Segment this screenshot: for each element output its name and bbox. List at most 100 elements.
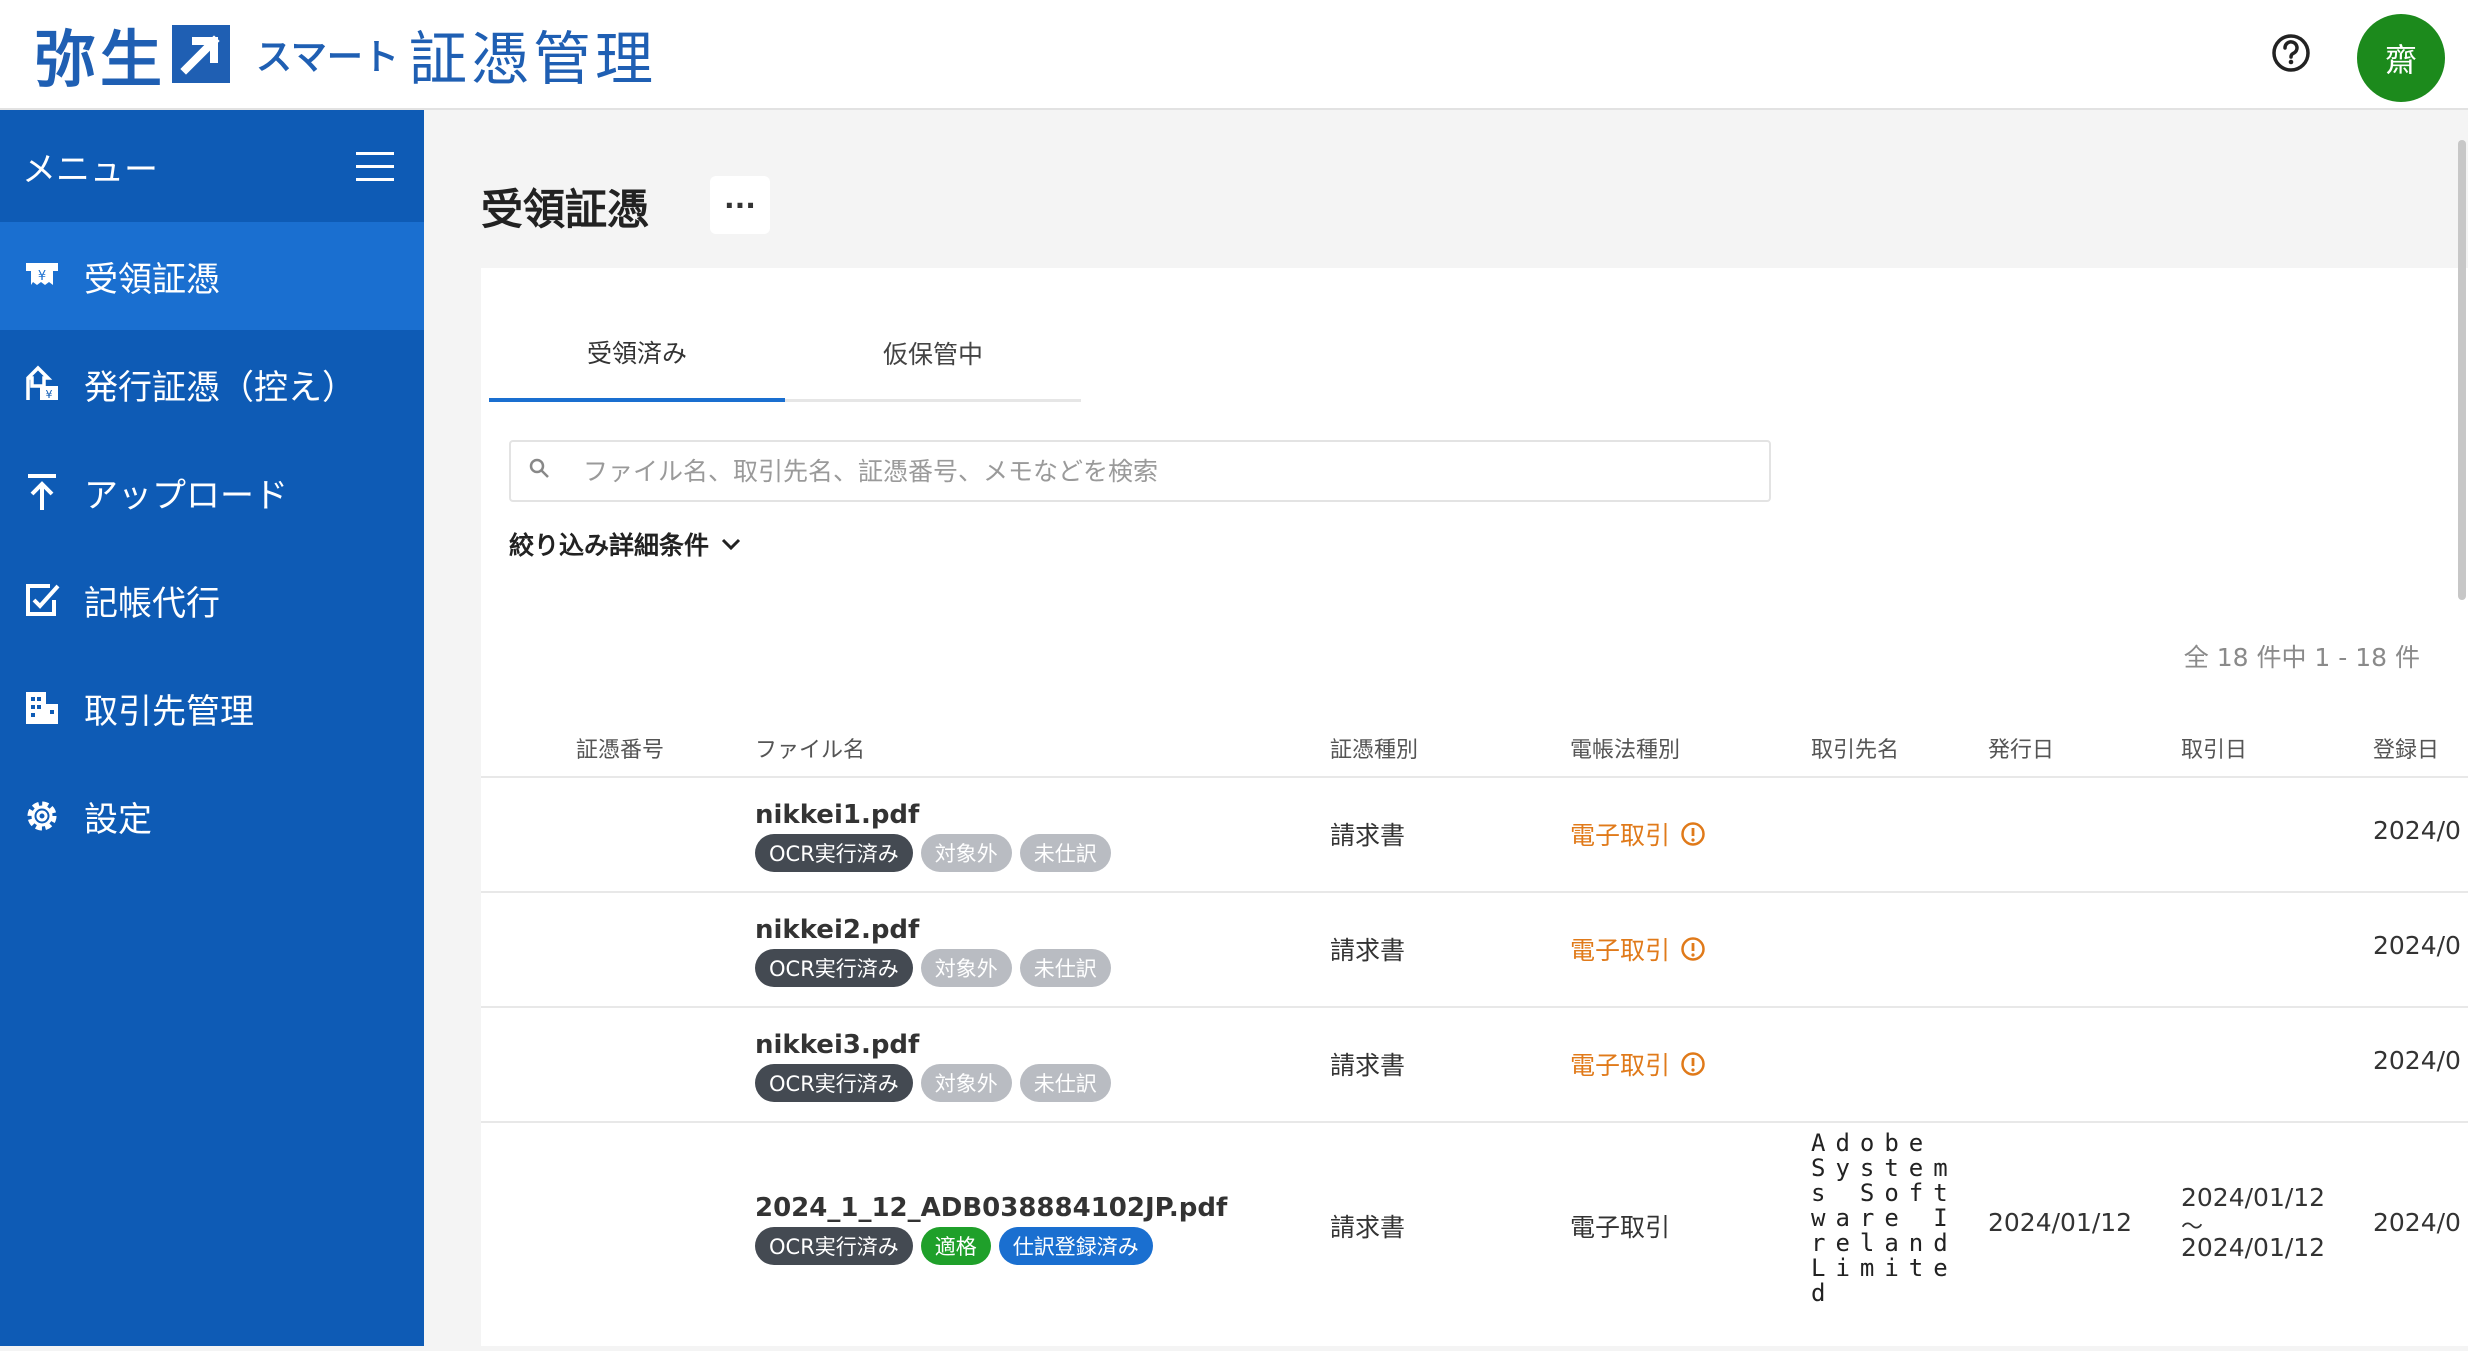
registered-date: 2024/0: [2373, 931, 2461, 960]
filter-label: 絞り込み詳細条件: [509, 531, 710, 560]
logo-arrow-icon: [172, 25, 231, 83]
sidebar: メニュー ¥ 受領証憑 ¥ 発行証憑（控え） アップロード 記帳代行 取引先管理: [0, 110, 424, 1346]
sidebar-menu-header: メニュー: [0, 110, 424, 222]
vendor-name: Adobe Systems Software Ireland Limited: [1811, 1129, 1958, 1307]
column-header-transaction[interactable]: 取引日: [2181, 732, 2247, 764]
edit-check-icon: [22, 580, 62, 620]
status-badges: OCR実行済み 適格 仕訳登録済み: [755, 1227, 1153, 1265]
issued-date: 2024/01/12: [1988, 1208, 2133, 1237]
tab-temporary[interactable]: 仮保管中: [785, 306, 1081, 402]
search-input[interactable]: [581, 455, 1769, 487]
qualified-status-badge: 対象外: [920, 1064, 1012, 1102]
ocr-status-badge: OCR実行済み: [755, 834, 913, 872]
sidebar-item-upload[interactable]: アップロード: [0, 438, 424, 546]
qualified-status-badge: 対象外: [920, 949, 1012, 987]
status-badges: OCR実行済み 対象外 未仕訳: [755, 834, 1111, 872]
chevron-down-icon: [719, 532, 743, 556]
transaction-date-to: 2024/01/12: [2181, 1233, 2326, 1262]
law-type-label: 電子取引: [1570, 1051, 1671, 1080]
help-icon[interactable]: [2266, 28, 2316, 78]
app-header: 弥生 スマート 証憑管理 齋: [0, 0, 2468, 110]
status-badges: OCR実行済み 対象外 未仕訳: [755, 1064, 1111, 1102]
svg-text:¥: ¥: [46, 388, 53, 401]
receipt-icon: ¥: [22, 256, 62, 296]
upload-arrow-icon: [22, 472, 62, 512]
ocr-status-badge: OCR実行済み: [755, 949, 913, 987]
registered-date: 2024/0: [2373, 1208, 2461, 1237]
registered-date: 2024/0: [2373, 816, 2461, 845]
sidebar-item-label: 発行証憑（控え）: [84, 367, 356, 408]
column-header-law-type[interactable]: 電帳法種別: [1570, 732, 1680, 764]
page-title: 受領証憑: [481, 185, 650, 234]
journal-status-badge: 仕訳登録済み: [998, 1227, 1153, 1265]
svg-text:¥: ¥: [38, 269, 46, 284]
qualified-status-badge: 適格: [920, 1227, 991, 1265]
file-name[interactable]: nikkei1.pdf: [755, 800, 919, 830]
upload-document-icon: ¥: [22, 364, 62, 404]
warning-icon: [1681, 937, 1705, 961]
sidebar-item-label: 取引先管理: [84, 691, 254, 732]
user-avatar[interactable]: 齋: [2357, 14, 2445, 102]
sidebar-item-label: アップロード: [84, 475, 288, 516]
table-row[interactable]: nikkei3.pdf OCR実行済み 対象外 未仕訳 請求書 電子取引 202…: [481, 1006, 2468, 1123]
search-icon: [527, 456, 557, 486]
hamburger-icon[interactable]: [356, 152, 394, 182]
document-type: 請求書: [1330, 1051, 1406, 1080]
ocr-status-badge: OCR実行済み: [755, 1064, 913, 1102]
logo-brand-text: 弥生: [34, 23, 167, 96]
registered-date: 2024/0: [2373, 1046, 2461, 1075]
result-count: 全 18 件中 1 - 18 件: [2183, 643, 2420, 672]
content-panel: 受領済み 仮保管中 絞り込み詳細条件 全 18 件中 1 - 18 件 証憑番号…: [481, 268, 2468, 1346]
advanced-filter-toggle[interactable]: 絞り込み詳細条件: [509, 526, 743, 562]
sidebar-item-partners[interactable]: 取引先管理: [0, 654, 424, 762]
column-header-file[interactable]: ファイル名: [755, 732, 865, 764]
gear-icon: [22, 796, 62, 836]
app-logo[interactable]: 弥生 スマート 証憑管理: [34, 14, 657, 96]
ocr-status-badge: OCR実行済み: [755, 1227, 913, 1265]
table-row[interactable]: nikkei1.pdf OCR実行済み 対象外 未仕訳 請求書 電子取引 202…: [481, 776, 2468, 893]
warning-icon: [1681, 1052, 1705, 1076]
table-row[interactable]: 2024_1_12_ADB038884102JP.pdf OCR実行済み 適格 …: [481, 1121, 2468, 1351]
logo-sub-text: スマート: [256, 37, 399, 78]
search-box[interactable]: [509, 440, 1771, 502]
document-type: 請求書: [1330, 821, 1406, 850]
law-type: 電子取引: [1570, 816, 1706, 852]
journal-status-badge: 未仕訳: [1019, 1064, 1111, 1102]
document-type: 請求書: [1330, 936, 1406, 965]
page-scrollbar[interactable]: [2458, 140, 2466, 600]
sidebar-item-issued[interactable]: ¥ 発行証憑（控え）: [0, 330, 424, 438]
warning-icon: [1681, 822, 1705, 846]
table-header: 証憑番号 ファイル名 証憑種別 電帳法種別 取引先名 発行日 取引日 登録日: [481, 718, 2468, 778]
law-type-label: 電子取引: [1570, 821, 1671, 850]
column-header-number[interactable]: 証憑番号: [576, 732, 664, 764]
sidebar-item-label: 記帳代行: [84, 583, 220, 624]
logo-product-text: 証憑管理: [408, 25, 657, 93]
table-row[interactable]: nikkei2.pdf OCR実行済み 対象外 未仕訳 請求書 電子取引 202…: [481, 891, 2468, 1008]
file-name[interactable]: 2024_1_12_ADB038884102JP.pdf: [755, 1193, 1227, 1223]
law-type: 電子取引: [1570, 931, 1706, 967]
sidebar-item-bookkeeping[interactable]: 記帳代行: [0, 546, 424, 654]
tab-bar: 受領済み 仮保管中: [489, 306, 1081, 402]
journal-status-badge: 未仕訳: [1019, 949, 1111, 987]
sidebar-item-label: 設定: [84, 799, 152, 840]
law-type-label: 電子取引: [1570, 1213, 1671, 1242]
file-name[interactable]: nikkei2.pdf: [755, 915, 919, 945]
building-icon: [22, 688, 62, 728]
column-header-issued[interactable]: 発行日: [1988, 732, 2054, 764]
column-header-type[interactable]: 証憑種別: [1330, 732, 1418, 764]
sidebar-item-received[interactable]: ¥ 受領証憑: [0, 222, 424, 330]
column-header-vendor[interactable]: 取引先名: [1811, 732, 1899, 764]
sidebar-item-label: 受領証憑: [84, 259, 220, 300]
more-options-button[interactable]: ···: [710, 176, 770, 234]
tab-received[interactable]: 受領済み: [489, 306, 785, 402]
document-type: 請求書: [1330, 1213, 1406, 1242]
transaction-date-from: 2024/01/12: [2181, 1183, 2326, 1212]
column-header-registered[interactable]: 登録日: [2373, 732, 2439, 764]
file-name[interactable]: nikkei3.pdf: [755, 1030, 919, 1060]
law-type-label: 電子取引: [1570, 936, 1671, 965]
journal-status-badge: 未仕訳: [1019, 834, 1111, 872]
status-badges: OCR実行済み 対象外 未仕訳: [755, 949, 1111, 987]
sidebar-item-settings[interactable]: 設定: [0, 762, 424, 870]
menu-label: メニュー: [22, 149, 158, 190]
qualified-status-badge: 対象外: [920, 834, 1012, 872]
